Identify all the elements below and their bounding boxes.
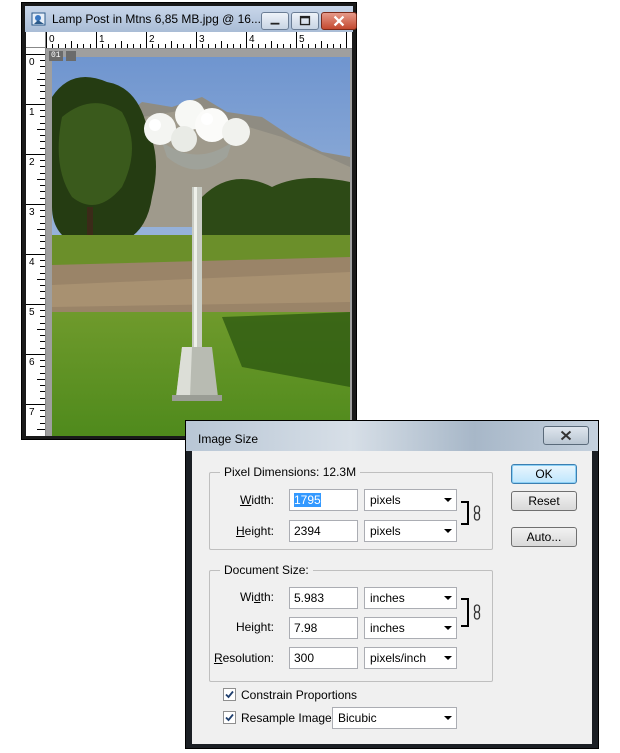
ruler-left-label: 5 <box>29 307 35 318</box>
ruler-left-label: 1 <box>29 107 35 118</box>
chevron-down-icon <box>444 498 452 502</box>
close-icon <box>333 15 345 27</box>
dialog-body: Pixel Dimensions: 12.3M Width: 1795 pixe… <box>192 451 592 744</box>
ruler-left-label: 4 <box>29 257 35 268</box>
ruler-top-label: 2 <box>149 34 155 45</box>
dialog-title-bar[interactable]: Image Size <box>186 421 598 451</box>
dialog-title: Image Size <box>198 432 259 446</box>
document-window: Lamp Post in Mtns 6,85 MB.jpg @ 16... 0 … <box>21 2 357 440</box>
maximize-button[interactable] <box>291 12 319 30</box>
vertical-ruler[interactable]: 0 1 2 3 4 5 6 7 <box>26 48 46 436</box>
minimize-icon <box>270 22 280 25</box>
lamp-post-photo[interactable] <box>52 57 350 436</box>
document-title: Lamp Post in Mtns 6,85 MB.jpg @ 16... <box>52 12 261 26</box>
maximize-icon <box>299 15 311 26</box>
reset-button[interactable]: Reset <box>511 491 577 511</box>
chain-link-icon <box>473 604 481 620</box>
resample-image-checkbox[interactable] <box>223 711 236 724</box>
minimize-button[interactable] <box>261 12 289 30</box>
doc-width-unit: inches <box>370 591 405 605</box>
chevron-down-icon <box>444 596 452 600</box>
doc-width-unit-select[interactable]: inches <box>364 587 457 609</box>
chevron-down-icon <box>444 529 452 533</box>
pixel-width-unit-select[interactable]: pixels <box>364 489 457 511</box>
ruler-top-label: 0 <box>49 34 55 45</box>
doc-width-value: 5.983 <box>294 591 325 605</box>
constrain-proportions-checkbox[interactable] <box>223 688 236 701</box>
doc-height-value: 7.98 <box>294 621 318 635</box>
photoshop-app-icon <box>31 12 46 26</box>
checkmark-icon <box>225 690 234 699</box>
resolution-label: Resolution: <box>213 651 274 665</box>
ruler-top-label: 5 <box>299 34 305 45</box>
canvas-pasteboard[interactable]: 01 <box>46 49 352 436</box>
checkmark-icon <box>225 713 234 722</box>
doc-width-label: Width: <box>239 590 274 604</box>
doc-width-input[interactable]: 5.983 <box>289 587 358 609</box>
resolution-unit-select[interactable]: pixels/inch <box>364 647 457 669</box>
pixel-height-unit: pixels <box>370 524 401 538</box>
ruler-left-label: 7 <box>29 407 35 418</box>
dialog-close-button[interactable] <box>543 426 589 445</box>
horizontal-ruler[interactable]: 0 1 2 3 4 5 <box>46 32 352 49</box>
pixel-height-unit-select[interactable]: pixels <box>364 520 457 542</box>
slice-number-badge: 01 <box>49 51 63 61</box>
pixel-width-value: 1795 <box>294 493 321 507</box>
document-size-legend: Document Size: <box>220 563 313 577</box>
constrain-proportions-label[interactable]: Constrain Proportions <box>241 688 357 702</box>
chevron-down-icon <box>444 626 452 630</box>
pixel-height-value: 2394 <box>294 524 321 538</box>
close-button[interactable] <box>321 12 357 30</box>
slice-icon <box>66 51 76 61</box>
horizontal-ruler-ticks: 0 1 2 3 4 5 <box>46 32 347 48</box>
doc-height-unit: inches <box>370 621 405 635</box>
pixel-link-bracket <box>461 501 469 525</box>
ruler-top-label: 3 <box>199 34 205 45</box>
doc-height-input[interactable]: 7.98 <box>289 617 358 639</box>
ruler-corner[interactable] <box>26 32 46 48</box>
ruler-top-label: 1 <box>99 34 105 45</box>
resolution-unit: pixels/inch <box>370 651 427 665</box>
pixel-dimensions-label: Pixel Dimensions: <box>224 465 320 479</box>
chain-link-icon <box>473 505 481 521</box>
doc-height-label: Height: <box>235 620 274 634</box>
pixel-width-input[interactable]: 1795 <box>289 489 358 511</box>
pixel-dimensions-total: 12.3M <box>322 465 357 479</box>
pixel-dimensions-legend: Pixel Dimensions: 12.3M <box>220 465 361 479</box>
resolution-input[interactable]: 300 <box>289 647 358 669</box>
chevron-down-icon <box>444 716 452 720</box>
close-icon <box>560 430 572 441</box>
ruler-left-label: 0 <box>29 57 35 68</box>
vertical-ruler-ticks: 0 1 2 3 4 5 6 7 <box>26 54 45 430</box>
auto-button[interactable]: Auto... <box>511 527 577 547</box>
resolution-value: 300 <box>294 651 315 665</box>
pixel-height-label: Height: <box>235 524 274 538</box>
pixel-height-input[interactable]: 2394 <box>289 520 358 542</box>
resample-method: Bicubic <box>338 711 377 725</box>
image-size-dialog: Image Size Pixel Dimensions: 12.3M Width… <box>185 420 599 749</box>
pixel-width-label: Width: <box>239 493 274 507</box>
ruler-left-label: 3 <box>29 207 35 218</box>
ruler-left-label: 6 <box>29 357 35 368</box>
doc-height-unit-select[interactable]: inches <box>364 617 457 639</box>
resample-image-label[interactable]: Resample Image: <box>241 711 335 725</box>
ok-button[interactable]: OK <box>511 464 577 484</box>
resample-method-select[interactable]: Bicubic <box>332 707 457 729</box>
chevron-down-icon <box>444 656 452 660</box>
pixel-width-unit: pixels <box>370 493 401 507</box>
ruler-top-label: 4 <box>249 34 255 45</box>
document-canvas-area: 0 1 2 3 4 5 0 1 2 3 4 5 6 7 01 <box>26 32 352 436</box>
document-link-bracket <box>461 598 469 627</box>
document-title-bar[interactable]: Lamp Post in Mtns 6,85 MB.jpg @ 16... <box>25 6 357 32</box>
ruler-left-label: 2 <box>29 157 35 168</box>
